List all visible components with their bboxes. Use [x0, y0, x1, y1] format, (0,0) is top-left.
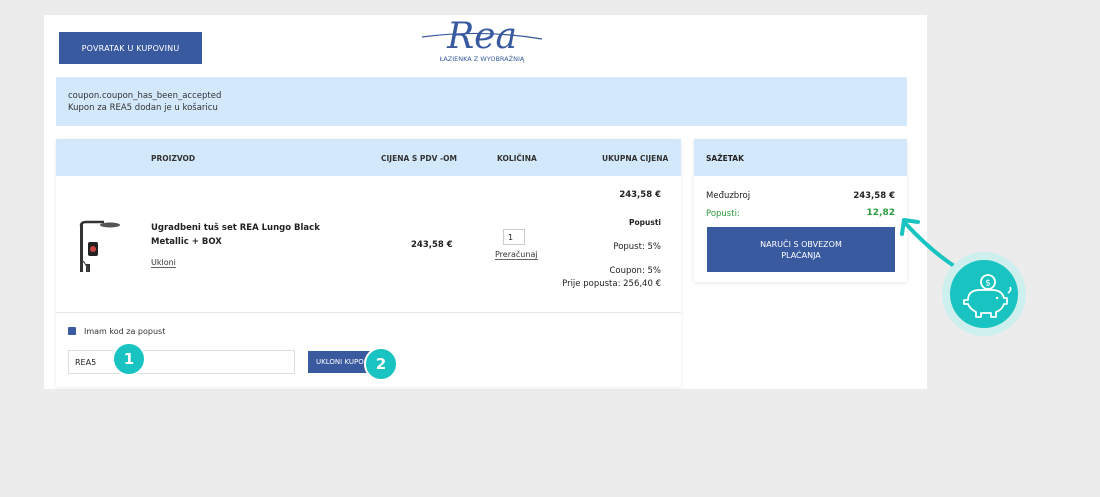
- piggy-bank-badge: $: [942, 252, 1026, 336]
- coupon-section: Imam kod za popust REA5 UKLONI KUPON 1 2: [56, 313, 681, 387]
- coupon-code-input[interactable]: REA5: [68, 350, 295, 374]
- unit-price: 243,58 €: [411, 240, 453, 250]
- piggy-bank-icon: $: [950, 260, 1018, 328]
- step-badge-2: 2: [364, 347, 398, 381]
- alert-line-1: coupon.coupon_has_been_accepted: [68, 91, 222, 101]
- svg-text:$: $: [985, 279, 991, 289]
- order-summary: SAŽETAK Međuzbroj 243,58 € Popusti: 12,8…: [694, 139, 907, 282]
- col-quantity: KOLIČINA: [497, 154, 537, 163]
- coupon-alert: coupon.coupon_has_been_accepted Kupon za…: [56, 77, 907, 126]
- col-price: CIJENA S PDV -OM: [381, 154, 458, 163]
- check-icon: [69, 335, 75, 341]
- line-total: 243,58 €: [619, 190, 661, 200]
- cart-table: PROIZVOD CIJENA S PDV -OM KOLIČINA UKUPN…: [56, 139, 681, 387]
- total-block: 243,58 € Popusti Popust: 5% Coupon: 5% P…: [561, 190, 661, 310]
- col-total: UKUPNA CIJENA: [602, 154, 669, 163]
- alert-line-2: Kupon za REA5 dodan je u košaricu: [68, 103, 218, 113]
- step-badge-1: 1: [112, 342, 146, 376]
- rea-logo[interactable]: Rea ŁAZIENKA Z WYOBRAŹNIĄ: [420, 15, 545, 67]
- discounts-label: Popusti: [629, 218, 661, 227]
- logo-text: Rea: [446, 16, 517, 57]
- cart-row: Ugradbeni tuš set REA Lungo Black Metall…: [56, 176, 681, 313]
- cart-page: POVRATAK U KUPOVINU Rea ŁAZIENKA Z WYOBR…: [44, 15, 927, 389]
- summary-header: SAŽETAK: [694, 139, 907, 176]
- col-product: PROIZVOD: [151, 154, 196, 163]
- place-order-label: NARUČI S OBVEZOM PLAĆANJA: [760, 239, 842, 260]
- back-to-shop-button[interactable]: POVRATAK U KUPOVINU: [59, 32, 202, 64]
- quantity-input[interactable]: 1: [503, 229, 525, 245]
- product-name[interactable]: Ugradbeni tuš set REA Lungo Black Metall…: [151, 221, 356, 249]
- cart-header: PROIZVOD CIJENA S PDV -OM KOLIČINA UKUPN…: [56, 139, 681, 176]
- logo-tagline: ŁAZIENKA Z WYOBRAŹNIĄ: [439, 54, 525, 63]
- coupon-checkbox[interactable]: [68, 327, 76, 341]
- subtotal-label: Međuzbroj: [706, 191, 751, 201]
- shower-set-icon[interactable]: [74, 220, 124, 276]
- place-order-button[interactable]: NARUČI S OBVEZOM PLAĆANJA: [707, 227, 895, 272]
- discount-label: Popusti:: [706, 209, 740, 219]
- recalculate-link[interactable]: Preračunaj: [495, 250, 538, 260]
- remove-item-link[interactable]: Ukloni: [151, 258, 176, 268]
- before-discount-line: Prije popusta: 256,40 €: [562, 279, 661, 289]
- coupon-line: Coupon: 5%: [609, 266, 661, 276]
- discount-line: Popust: 5%: [613, 242, 661, 252]
- summary-title: SAŽETAK: [706, 154, 744, 163]
- coupon-checkbox-label: Imam kod za popust: [84, 327, 166, 336]
- subtotal-value: 243,58 €: [853, 191, 895, 201]
